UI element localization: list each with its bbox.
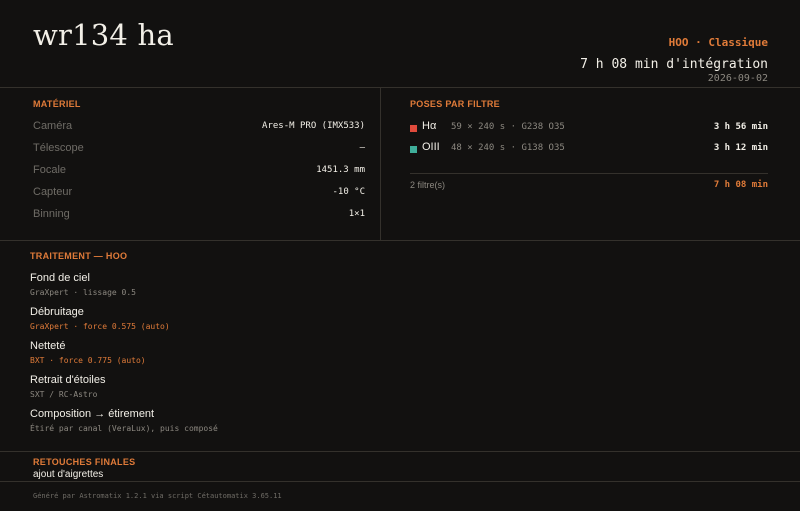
divider	[0, 87, 800, 88]
filter-detail: 48 × 240 s · G138 O35	[451, 143, 565, 153]
report-header: wr134 ha HOO · Classique 7 h 08 min d'in…	[0, 0, 800, 88]
step-name: Fond de ciel	[30, 272, 90, 284]
section-title: MATÉRIEL	[33, 99, 81, 109]
processing-step: Retrait d'étoiles SXT / RC-Astro	[30, 374, 105, 399]
filter-detail: 59 × 240 s · G238 O35	[451, 122, 565, 132]
session-date: 2026-09-02	[707, 73, 768, 84]
equipment-row-binning: Binning 1×1	[33, 208, 365, 230]
processing-mode: HOO · Classique	[668, 36, 768, 49]
exposures-section: POSES PAR FILTRE Hα 59 × 240 s · G238 O3…	[410, 99, 768, 162]
divider	[0, 451, 800, 452]
equipment-value: 1451.3 mm	[316, 165, 365, 175]
equipment-value: Ares-M PRO (IMX533)	[262, 121, 365, 131]
equipment-row-sensor: Capteur -10 °C	[33, 186, 365, 208]
equipment-value: —	[359, 143, 365, 153]
integration-total: 7 h 08 min d'intégration	[580, 57, 768, 72]
processing-step: Fond de ciel GraXpert · lissage 0.5	[30, 272, 136, 297]
final-touches-text: ajout d'aigrettes	[33, 469, 104, 480]
step-name: Débruitage	[30, 306, 84, 318]
step-name: Netteté	[30, 340, 66, 352]
header-summary: HOO · Classique 7 h 08 min d'intégration…	[580, 36, 768, 84]
step-detail: Étiré par canal (VeraLux), puis composé	[30, 424, 218, 433]
equipment-label: Télescope	[33, 142, 84, 154]
filter-color-swatch	[410, 125, 417, 132]
step-detail: GraXpert · lissage 0.5	[30, 288, 136, 297]
filter-time: 3 h 56 min	[713, 122, 768, 132]
step-detail: SXT / RC-Astro	[30, 390, 98, 399]
filter-name: Hα	[422, 120, 437, 132]
equipment-value: 1×1	[348, 209, 365, 219]
final-touches-section: RETOUCHES FINALES ajout d'aigrettes	[33, 457, 135, 480]
equipment-label: Caméra	[33, 120, 73, 132]
exposures-total: 2 filtre(s) 7 h 08 min	[410, 180, 768, 194]
footer-credit: Généré par Astromatix 1.2.1 via script C…	[33, 492, 282, 500]
equipment-label: Binning	[33, 208, 70, 220]
section-title: POSES PAR FILTRE	[410, 99, 500, 109]
equipment-label: Capteur	[33, 186, 73, 198]
equipment-row-camera: Caméra Ares-M PRO (IMX533)	[33, 120, 365, 142]
section-title: TRAITEMENT — HOO	[30, 251, 128, 261]
step-name: Retrait d'étoiles	[30, 374, 106, 386]
step-detail: GraXpert · force 0.575 (auto)	[30, 322, 170, 331]
divider	[0, 481, 800, 482]
step-detail: BXT · force 0.775 (auto)	[30, 356, 146, 365]
divider	[410, 173, 768, 174]
step-name: Composition → étirement	[30, 408, 155, 420]
equipment-row-telescope: Télescope —	[33, 142, 365, 164]
filter-time: 3 h 12 min	[713, 143, 768, 153]
filter-row-ha: Hα 59 × 240 s · G238 O35 3 h 56 min	[410, 120, 768, 141]
total-time: 7 h 08 min	[713, 180, 768, 190]
page-title: wr134 ha	[33, 18, 174, 52]
processing-step: Débruitage GraXpert · force 0.575 (auto)	[30, 306, 170, 331]
filter-count: 2 filtre(s)	[410, 180, 446, 190]
processing-step: Composition → étirement Étiré par canal …	[30, 408, 218, 433]
equipment-section: MATÉRIEL Caméra Ares-M PRO (IMX533) Téle…	[33, 99, 365, 230]
divider	[0, 240, 800, 241]
section-title: RETOUCHES FINALES	[33, 457, 136, 467]
filter-row-oiii: OIII 48 × 240 s · G138 O35 3 h 12 min	[410, 141, 768, 162]
equipment-label: Focale	[33, 164, 67, 176]
processing-section: TRAITEMENT — HOO Fond de ciel GraXpert ·…	[30, 251, 530, 433]
filter-name: OIII	[422, 141, 440, 153]
equipment-row-focal: Focale 1451.3 mm	[33, 164, 365, 186]
divider	[380, 88, 381, 240]
processing-step: Netteté BXT · force 0.775 (auto)	[30, 340, 146, 365]
filter-color-swatch	[410, 146, 417, 153]
equipment-value: -10 °C	[332, 187, 365, 197]
